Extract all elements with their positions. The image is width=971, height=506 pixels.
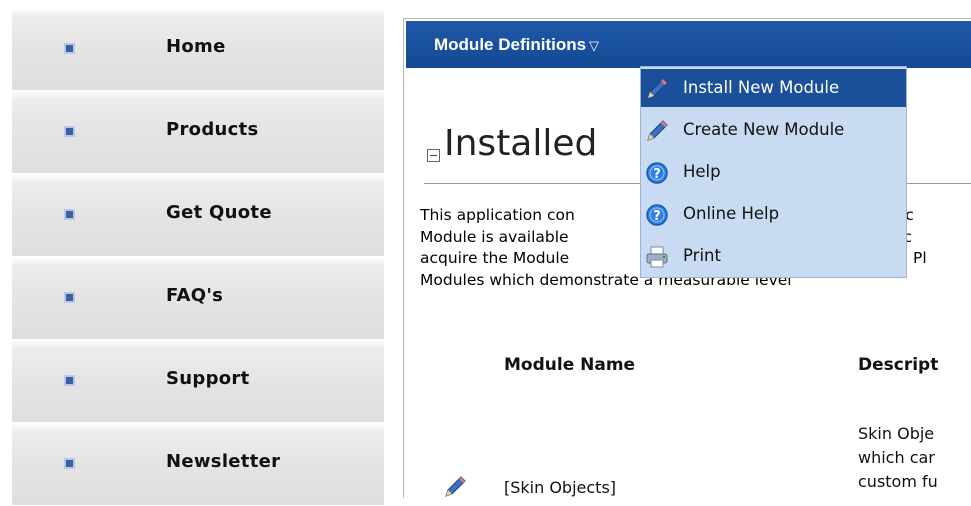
section-heading: Installed (444, 123, 598, 164)
description-line: which car (858, 448, 935, 467)
column-header-module-name[interactable]: Module Name (504, 355, 635, 375)
caret-down-icon: ▽ (589, 38, 600, 53)
bullet-icon (64, 126, 75, 137)
module-name-cell: [Skin Objects] (504, 478, 617, 497)
menu-item-label: Print (683, 246, 721, 265)
pencil-icon (644, 76, 670, 102)
printer-icon (644, 244, 670, 270)
nav-item-faqs[interactable]: FAQ's (12, 257, 384, 340)
menu-item-label: Create New Module (683, 120, 845, 139)
menu-item-help[interactable]: ? Help (641, 153, 906, 191)
collapse-icon[interactable] (427, 149, 440, 162)
module-description-cell: Skin Obje which car custom fu (858, 422, 938, 494)
menu-item-install-new-module[interactable]: Install New Module (641, 69, 906, 107)
bullet-icon (64, 209, 75, 220)
nav-item-label: FAQ's (166, 285, 224, 306)
svg-text:?: ? (653, 209, 661, 224)
bullet-icon (64, 458, 75, 469)
menu-item-print[interactable]: Print (641, 237, 906, 275)
svg-text:?: ? (653, 167, 661, 182)
menu-item-label: Install New Module (683, 78, 840, 97)
menu-item-online-help[interactable]: ? Online Help (641, 195, 906, 233)
nav-item-label: Get Quote (166, 202, 272, 223)
help-icon: ? (644, 160, 670, 186)
left-navigation: Home Products Get Quote FAQ's Support Ne… (0, 0, 384, 506)
nav-item-products[interactable]: Products (12, 91, 384, 174)
module-title: Module Definitions (434, 35, 587, 54)
nav-item-get-quote[interactable]: Get Quote (12, 174, 384, 257)
module-actions-menu: Install New Module Create New Module ? H… (640, 66, 907, 278)
bullet-icon (64, 43, 75, 54)
menu-item-create-new-module[interactable]: Create New Module (641, 111, 906, 149)
nav-item-label: Products (166, 119, 259, 140)
module-actions-menu-trigger[interactable]: Module Definitions ▽ (434, 35, 599, 55)
pencil-icon (644, 118, 670, 144)
column-header-description[interactable]: Descript (858, 355, 938, 375)
nav-item-home[interactable]: Home (12, 8, 384, 91)
menu-item-label: Help (683, 162, 721, 181)
nav-item-label: Newsletter (166, 451, 281, 472)
nav-item-support[interactable]: Support (12, 340, 384, 423)
bullet-icon (64, 375, 75, 386)
edit-pencil-icon[interactable] (442, 474, 468, 498)
description-line: Skin Obje (858, 424, 935, 443)
description-line: custom fu (858, 472, 938, 491)
menu-item-label: Online Help (683, 204, 780, 223)
help-icon: ? (644, 202, 670, 228)
nav-item-label: Support (166, 368, 250, 389)
bullet-icon (64, 292, 75, 303)
nav-item-label: Home (166, 36, 226, 57)
nav-item-newsletter[interactable]: Newsletter (12, 423, 384, 506)
module-title-bar: Module Definitions ▽ (406, 21, 971, 68)
